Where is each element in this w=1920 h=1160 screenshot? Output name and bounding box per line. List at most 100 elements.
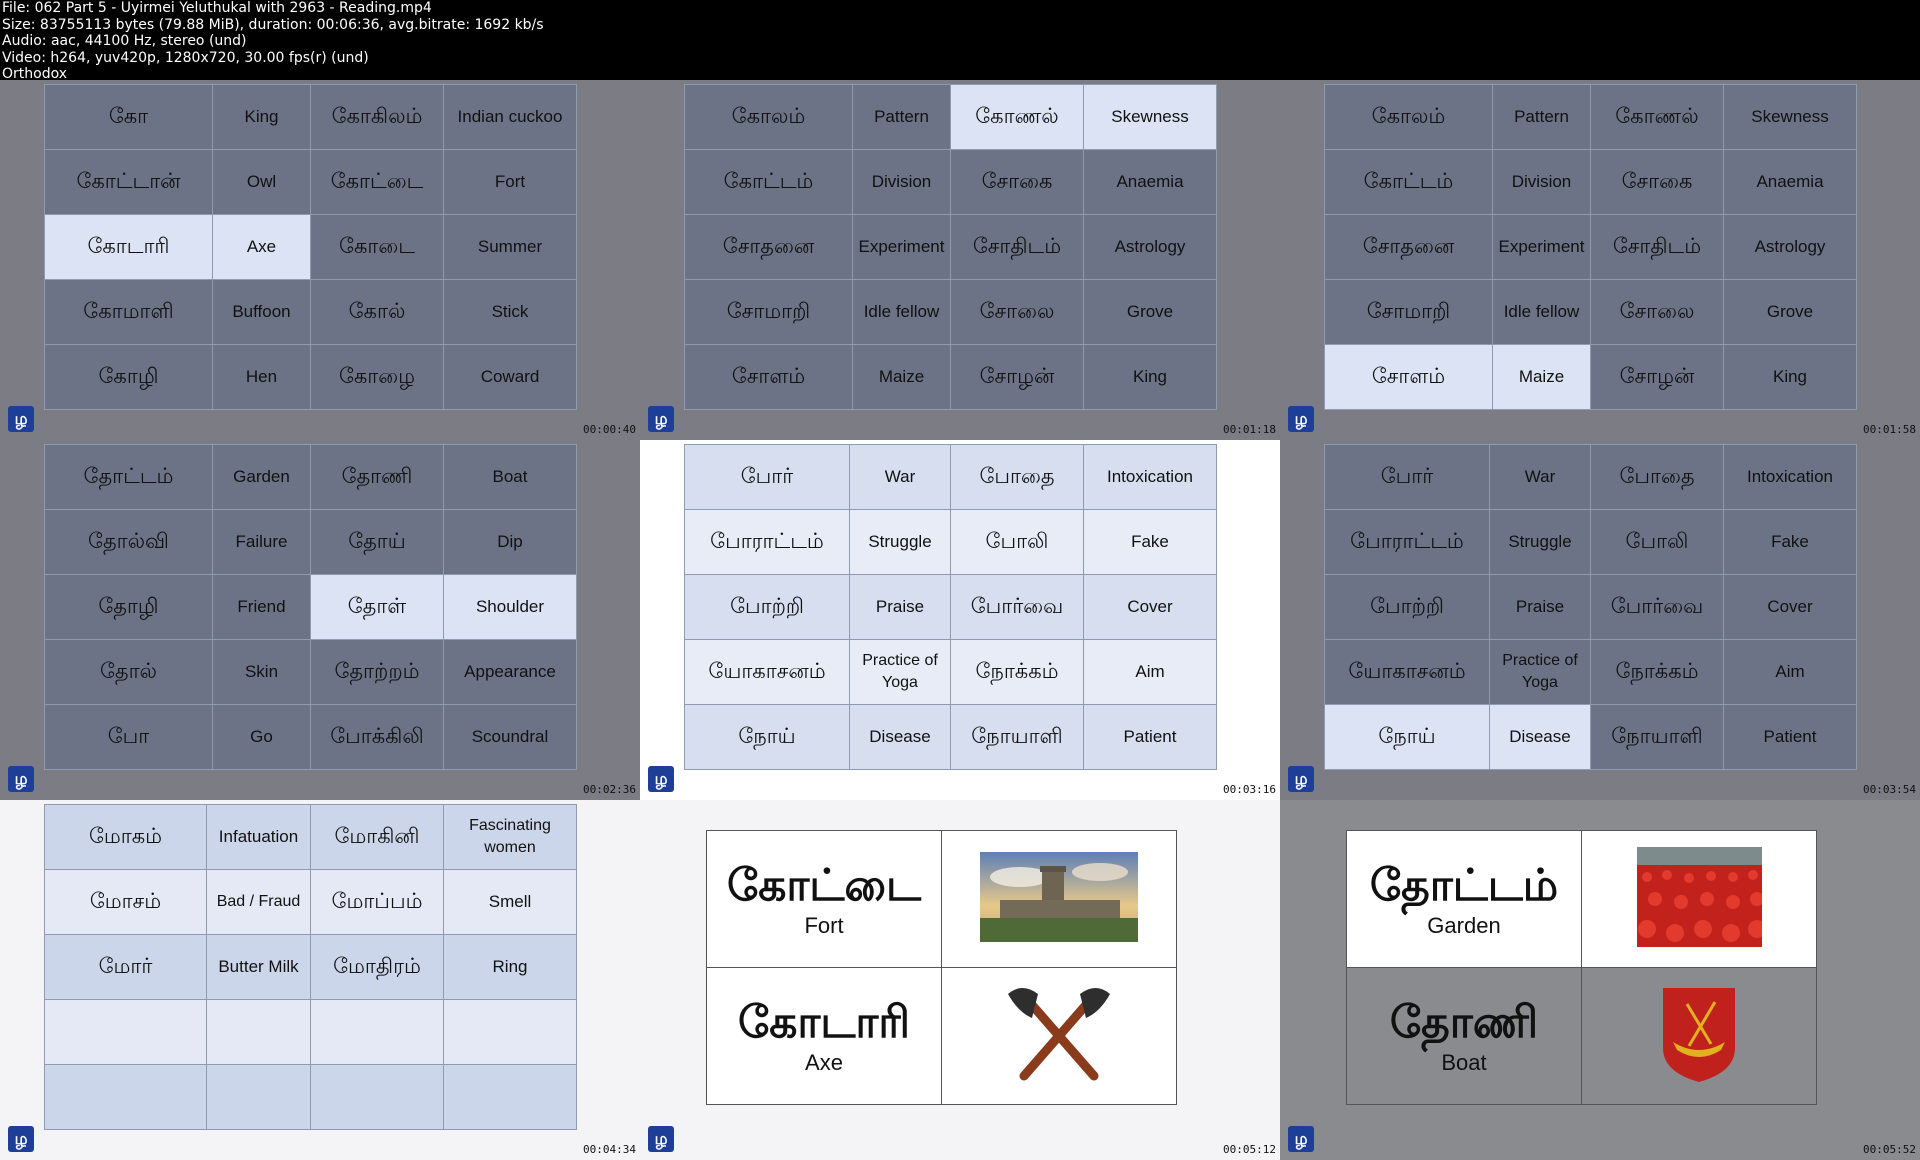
tamil-word: சோதிடம் bbox=[1590, 214, 1724, 280]
size-line: Size: 83755113 bytes (79.88 MiB), durati… bbox=[2, 16, 544, 33]
flashcard-word-cell: தோணி Boat bbox=[1346, 967, 1582, 1105]
channel-logo-icon: ழ bbox=[648, 1126, 674, 1152]
file-line: File: 062 Part 5 - Uyirmei Yeluthukal wi… bbox=[2, 0, 432, 16]
video-line: Video: h264, yuv420p, 1280x720, 30.00 fp… bbox=[2, 49, 369, 66]
empty-cell bbox=[310, 1064, 444, 1130]
tamil-word: கோடாரி bbox=[737, 997, 911, 1048]
english-meaning: Stick bbox=[443, 279, 577, 345]
tamil-word: போதை bbox=[950, 444, 1084, 510]
tamil-word: மோர் bbox=[44, 934, 207, 1000]
english-meaning: Experiment bbox=[852, 214, 951, 280]
tamil-word: போ bbox=[44, 704, 213, 770]
tamil-word: கோ bbox=[44, 84, 213, 150]
english-meaning: War bbox=[849, 444, 951, 510]
thumbnail-frame-6[interactable]: போர் War போதை Intoxication போராட்டம் Str… bbox=[1280, 440, 1920, 800]
timestamp: 00:05:52 bbox=[1863, 1143, 1916, 1156]
boat-emblem-icon bbox=[1663, 988, 1735, 1082]
flashcard-table: தோட்டம் Garden தோணி Boat bbox=[1346, 830, 1817, 1105]
flashcard-word-cell: கோட்டை Fort bbox=[706, 830, 942, 968]
english-meaning: Fake bbox=[1723, 509, 1857, 575]
thumbnail-frame-7[interactable]: மோகம் Infatuation மோகினி Fascinating wom… bbox=[0, 800, 640, 1160]
english-meaning: Astrology bbox=[1723, 214, 1857, 280]
tamil-word: மோகம் bbox=[44, 804, 207, 870]
channel-logo-icon: ழ bbox=[8, 766, 34, 792]
timestamp: 00:05:12 bbox=[1223, 1143, 1276, 1156]
timestamp: 00:04:34 bbox=[583, 1143, 636, 1156]
tamil-word-highlighted: கோணல் bbox=[950, 84, 1084, 150]
english-meaning: Failure bbox=[212, 509, 311, 575]
tamil-word: கோழை bbox=[310, 344, 444, 410]
tamil-word: சோதனை bbox=[1324, 214, 1493, 280]
thumbnail-frame-8[interactable]: கோட்டை Fort கோடாரி Axe ழ 00:05:12 bbox=[640, 800, 1280, 1160]
english-meaning: King bbox=[1723, 344, 1857, 410]
channel-logo-icon: ழ bbox=[8, 1126, 34, 1152]
tamil-word: சோழன் bbox=[950, 344, 1084, 410]
tamil-word: தோல் bbox=[44, 639, 213, 705]
timestamp: 00:03:54 bbox=[1863, 783, 1916, 796]
english-meaning: Skewness bbox=[1723, 84, 1857, 150]
english-meaning: Astrology bbox=[1083, 214, 1217, 280]
english-meaning: Patient bbox=[1083, 704, 1217, 770]
tamil-word: நோக்கம் bbox=[1590, 639, 1724, 705]
english-meaning: Anaemia bbox=[1723, 149, 1857, 215]
tamil-word: போர்வை bbox=[950, 574, 1084, 640]
vocab-table: கோ King கோகிலம் Indian cuckoo கோட்டான் O… bbox=[44, 84, 577, 410]
thumbnail-frame-4[interactable]: தோட்டம் Garden தோணி Boat தோல்வி Failure … bbox=[0, 440, 640, 800]
english-meaning: Cover bbox=[1723, 574, 1857, 640]
audio-line: Audio: aac, 44100 Hz, stereo (und) bbox=[2, 33, 247, 49]
tamil-word: கோலம் bbox=[684, 84, 853, 150]
flashcard-word-cell: தோட்டம் Garden bbox=[1346, 830, 1582, 968]
english-meaning-highlighted: Axe bbox=[212, 214, 311, 280]
empty-cell bbox=[206, 1064, 311, 1130]
english-meaning: Friend bbox=[212, 574, 311, 640]
english-meaning: Idle fellow bbox=[852, 279, 951, 345]
tamil-word: போலி bbox=[950, 509, 1084, 575]
channel-logo-icon: ழ bbox=[1288, 766, 1314, 792]
file-info-header: File: 062 Part 5 - Uyirmei Yeluthukal wi… bbox=[0, 0, 1920, 82]
tamil-word: போதை bbox=[1590, 444, 1724, 510]
thumbnail-frame-5[interactable]: போர் War போதை Intoxication போராட்டம் Str… bbox=[640, 440, 1280, 800]
tamil-word: மோப்பம் bbox=[310, 869, 444, 935]
english-meaning: Axe bbox=[805, 1050, 843, 1075]
thumbnail-frame-3[interactable]: கோலம் Pattern கோணல் Skewness கோட்டம் Div… bbox=[1280, 80, 1920, 440]
english-meaning: Experiment bbox=[1492, 214, 1591, 280]
tamil-word: சோமாறி bbox=[684, 279, 853, 345]
english-meaning: Disease bbox=[849, 704, 951, 770]
tamil-word: தோல்வி bbox=[44, 509, 213, 575]
tamil-word: மோகினி bbox=[310, 804, 444, 870]
tamil-word: தோட்டம் bbox=[1369, 860, 1559, 911]
english-meaning: Maize bbox=[852, 344, 951, 410]
english-meaning: Struggle bbox=[849, 509, 951, 575]
thumbnail-frame-1[interactable]: கோ King கோகிலம் Indian cuckoo கோட்டான் O… bbox=[0, 80, 640, 440]
timestamp: 00:01:58 bbox=[1863, 423, 1916, 436]
english-meaning-highlighted: Shoulder bbox=[443, 574, 577, 640]
english-meaning: Go bbox=[212, 704, 311, 770]
english-meaning-highlighted: Maize bbox=[1492, 344, 1591, 410]
empty-cell bbox=[44, 999, 207, 1065]
english-meaning: Summer bbox=[443, 214, 577, 280]
english-meaning: Smell bbox=[443, 869, 577, 935]
tamil-word: கோகிலம் bbox=[310, 84, 444, 150]
vocab-table: கோலம் Pattern கோணல் Skewness கோட்டம் Div… bbox=[1324, 84, 1857, 410]
tamil-word: சோகை bbox=[1590, 149, 1724, 215]
timestamp: 00:01:18 bbox=[1223, 423, 1276, 436]
thumbnail-frame-9[interactable]: தோட்டம் Garden தோணி Boat ழ 00:05:52 bbox=[1280, 800, 1920, 1160]
timestamp: 00:03:16 bbox=[1223, 783, 1276, 796]
tamil-word: சோமாறி bbox=[1324, 279, 1493, 345]
thumbnail-frame-2[interactable]: கோலம் Pattern கோணல் Skewness கோட்டம் Div… bbox=[640, 80, 1280, 440]
english-meaning: War bbox=[1489, 444, 1591, 510]
tamil-word: நோக்கம் bbox=[950, 639, 1084, 705]
empty-cell bbox=[206, 999, 311, 1065]
tamil-word: கோட்டம் bbox=[1324, 149, 1493, 215]
english-meaning: Grove bbox=[1083, 279, 1217, 345]
english-meaning: Aim bbox=[1083, 639, 1217, 705]
tamil-word: சோதிடம் bbox=[950, 214, 1084, 280]
tamil-word: நோயாளி bbox=[950, 704, 1084, 770]
tamil-word: சோதனை bbox=[684, 214, 853, 280]
tamil-word: கோணல் bbox=[1590, 84, 1724, 150]
tamil-word: கோட்டான் bbox=[44, 149, 213, 215]
english-meaning: Intoxication bbox=[1723, 444, 1857, 510]
tamil-word: போற்றி bbox=[1324, 574, 1490, 640]
tamil-word: சோளம் bbox=[684, 344, 853, 410]
tamil-word: நோய் bbox=[684, 704, 850, 770]
